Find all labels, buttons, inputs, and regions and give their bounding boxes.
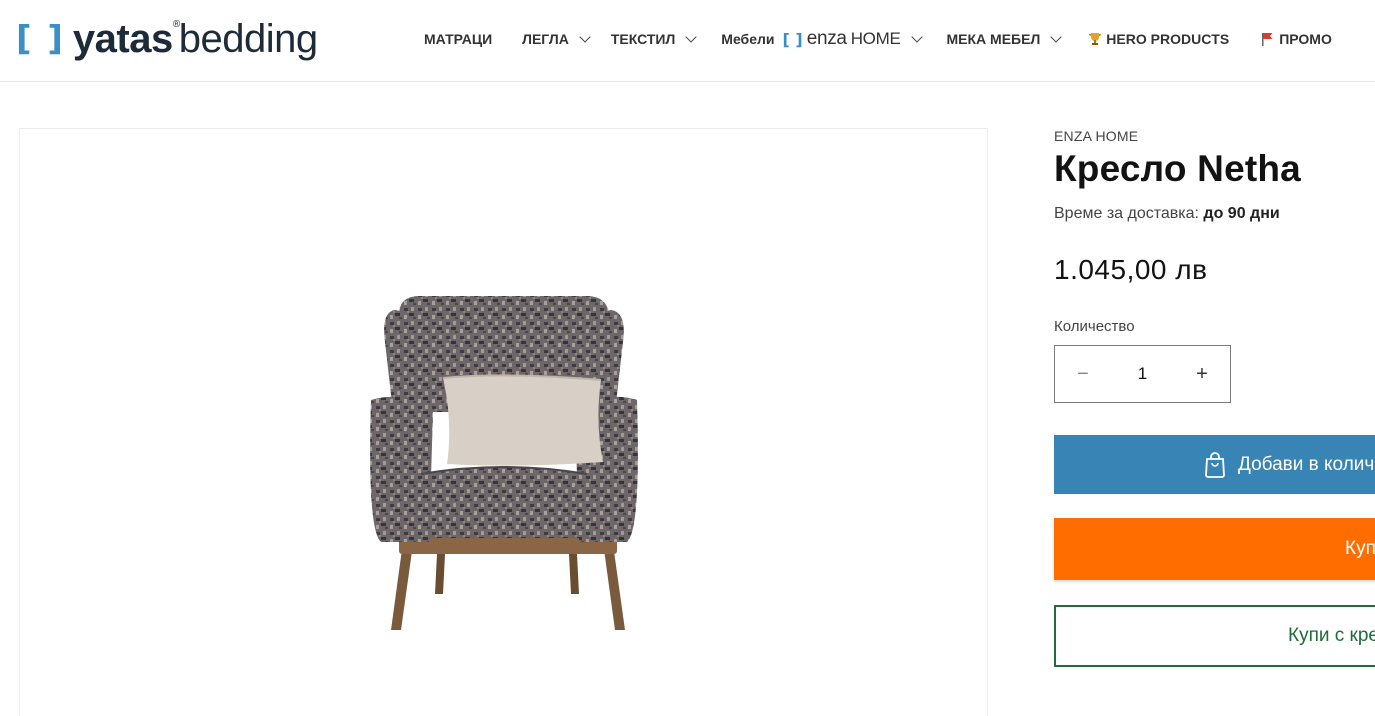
nav-item-beds[interactable]: ЛЕГЛА [522,31,591,47]
product-media-gallery[interactable] [19,128,988,716]
main-navigation: МАТРАЦИ ЛЕГЛА ТЕКСТИЛ Мебели [ ] enza HO… [424,26,1332,52]
nav-item-label: Мебели [721,31,775,47]
enza-logo-word: enza [806,28,847,49]
quantity-stepper: − + [1054,345,1231,403]
quantity-input[interactable] [1117,364,1168,384]
quantity-increase-button[interactable]: + [1174,346,1230,402]
buy-now-label: Купи сега [1345,538,1375,559]
delivery-time: Време за доставка: до 90 дни [1054,205,1375,223]
chevron-down-icon [685,31,697,43]
chevron-down-icon [910,31,923,43]
nav-item-label: ПРОМО [1279,31,1332,47]
nav-item-label: HERO PRODUCTS [1106,31,1230,47]
trophy-icon [1088,32,1102,46]
product-vendor: ENZA HOME [1054,128,1139,144]
add-to-cart-button[interactable]: Добави в количката [1054,435,1375,494]
chevron-down-icon [579,31,591,43]
delivery-label: Време за доставка: [1054,205,1199,222]
product-price: 1.045,00 лв [1054,254,1208,285]
nav-item-textile[interactable]: ТЕКСТИЛ [610,31,697,47]
nav-item-mattresses[interactable]: МАТРАЦИ [424,31,492,47]
buy-now-button[interactable]: Купи сега [1054,518,1375,580]
logo-brand: yatas ® [72,16,180,62]
logo-brand-text: yatas [72,16,173,61]
nav-item-hero-products[interactable]: HERO PRODUCTS [1088,31,1229,47]
site-header: [ ] yatas ® bedding МАТРАЦИ ЛЕГЛА ТЕКСТИЛ… [0,0,1375,82]
buy-on-credit-label: Купи с кредит [1288,625,1375,646]
product-title: Кресло Netha [1054,148,1301,189]
delivery-value: до 90 дни [1203,205,1280,222]
enza-logo-home: HOME [850,29,901,48]
nav-item-label: МАТРАЦИ [424,31,493,47]
shopping-bag-icon [1204,451,1226,479]
quantity-decrease-button[interactable]: − [1055,346,1111,402]
add-to-cart-label: Добави в количката [1238,453,1375,475]
nav-item-furniture-enza[interactable]: Мебели [ ] enza HOME [721,28,923,50]
quantity-label: Количество [1054,318,1135,335]
nav-item-label: ЛЕГЛА [522,31,569,47]
flag-icon [1261,32,1274,46]
buy-on-credit-button[interactable]: Купи с кредит [1054,605,1375,667]
product-image-armchair [370,296,638,630]
enza-logo-brackets: [ ] [782,29,803,49]
nav-item-promo[interactable]: ПРОМО [1261,31,1332,47]
logo-suffix: bedding [178,16,318,61]
logo-brackets: [ ] [16,19,65,59]
product-info: ENZA HOME Кресло Netha Време за доставка… [1054,128,1375,667]
nav-item-label: МЕКА МЕБЕЛ [946,31,1041,47]
nav-item-soft-furniture[interactable]: МЕКА МЕБЕЛ [946,31,1062,47]
logo-registered-mark: ® [172,18,180,30]
nav-item-label: ТЕКСТИЛ [610,31,676,47]
site-logo[interactable]: [ ] yatas ® bedding [16,14,318,64]
chevron-down-icon [1050,31,1062,43]
